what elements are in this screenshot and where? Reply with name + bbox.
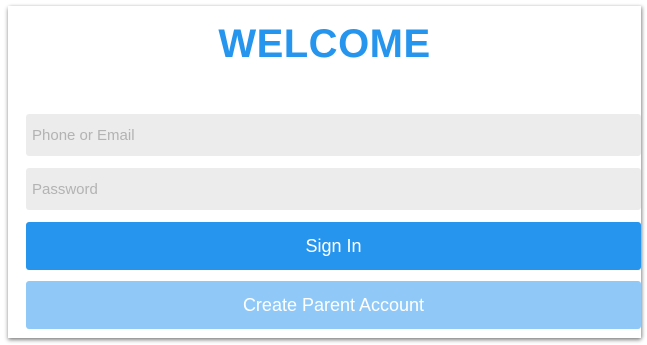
- sign-in-button[interactable]: Sign In: [26, 222, 641, 270]
- create-parent-account-button[interactable]: Create Parent Account: [26, 281, 641, 329]
- password-input[interactable]: [26, 168, 641, 210]
- phone-or-email-input[interactable]: [26, 114, 641, 156]
- screen: WELCOME Sign In Create Parent Account: [0, 0, 647, 345]
- login-card: WELCOME Sign In Create Parent Account: [8, 6, 641, 338]
- welcome-title: WELCOME: [218, 22, 431, 66]
